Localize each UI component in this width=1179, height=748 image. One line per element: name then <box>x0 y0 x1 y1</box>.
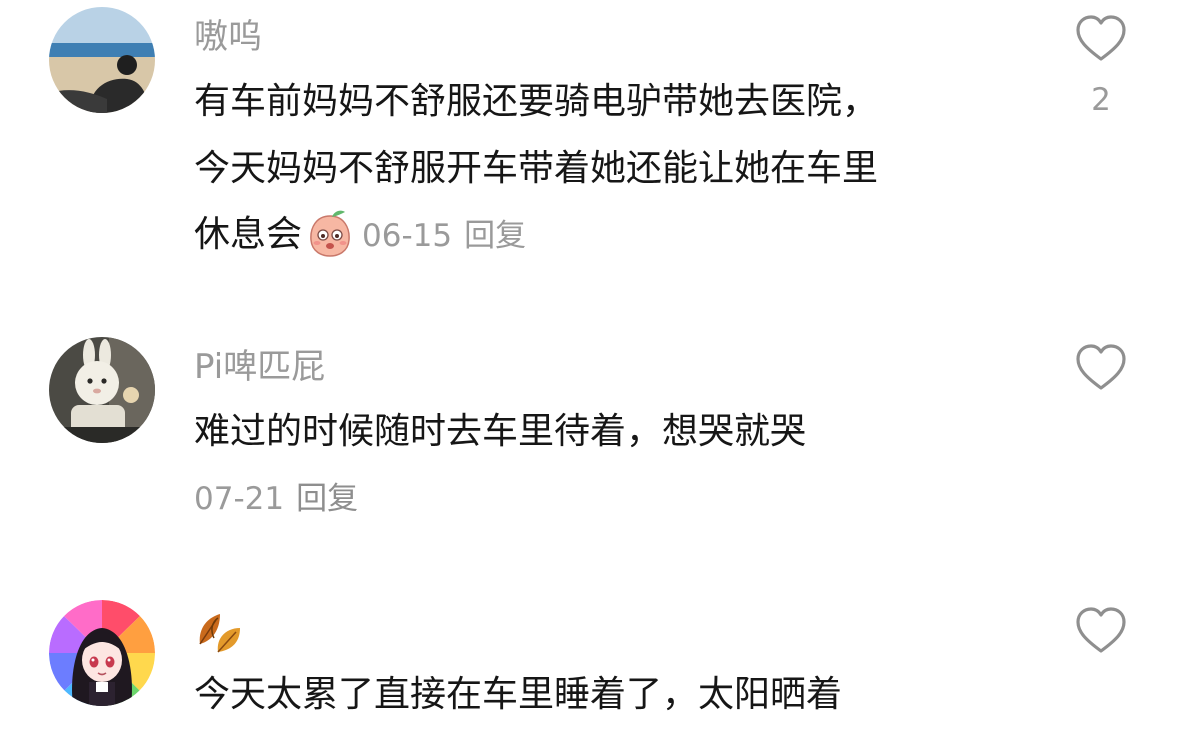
beach-avatar-image <box>49 7 155 113</box>
like-count: 2 <box>1091 82 1111 118</box>
like-button[interactable] <box>1074 606 1128 656</box>
comment-text-segment: 休息会 <box>194 214 303 255</box>
like-button[interactable] <box>1074 343 1128 393</box>
comment-date: 06-15 <box>362 218 453 254</box>
heart-outline-icon <box>1076 344 1126 390</box>
comment-item: Pi啤匹屁 难过的时候随时去车里待着，想哭就哭 07-21 回复 <box>0 330 1179 580</box>
comment-item: 嗷呜 有车前妈妈不舒服还要骑电驴带她去医院， 今天妈妈不舒服开车带着她还能让她在… <box>0 0 1179 300</box>
avatar[interactable] <box>49 7 155 113</box>
avatar[interactable] <box>49 600 155 706</box>
scroll-fade-overlay <box>0 712 1179 748</box>
comment-text-line: 难过的时候随时去车里待着，想哭就哭 <box>194 411 807 452</box>
comment-date: 07-21 <box>194 481 285 517</box>
comment-username[interactable] <box>194 608 246 665</box>
reply-button[interactable]: 回复 <box>464 218 526 254</box>
comment-meta: 06-15 回复 <box>362 218 526 254</box>
like-button[interactable] <box>1074 14 1128 64</box>
comment-text-line: 有车前妈妈不舒服还要骑电驴带她去医院， <box>194 81 879 122</box>
bunny-toy-avatar-image <box>49 337 155 443</box>
comment-username[interactable]: Pi啤匹屁 <box>194 347 325 387</box>
comment-text-line: 今天妈妈不舒服开车带着她还能让她在车里 <box>194 148 879 189</box>
blushing-peach-emoji-icon <box>306 208 354 258</box>
comment-text-last-line: 休息会 06-15 回复 <box>194 203 526 268</box>
comment-username[interactable]: 嗷呜 <box>194 17 262 57</box>
comment-meta: 07-21 回复 <box>194 479 358 519</box>
fallen-leaf-icon <box>194 608 246 656</box>
reply-button[interactable]: 回复 <box>296 481 358 517</box>
heart-outline-icon <box>1076 15 1126 61</box>
rainbow-anime-girl-avatar-image <box>49 600 155 706</box>
avatar[interactable] <box>49 337 155 443</box>
heart-outline-icon <box>1076 607 1126 653</box>
